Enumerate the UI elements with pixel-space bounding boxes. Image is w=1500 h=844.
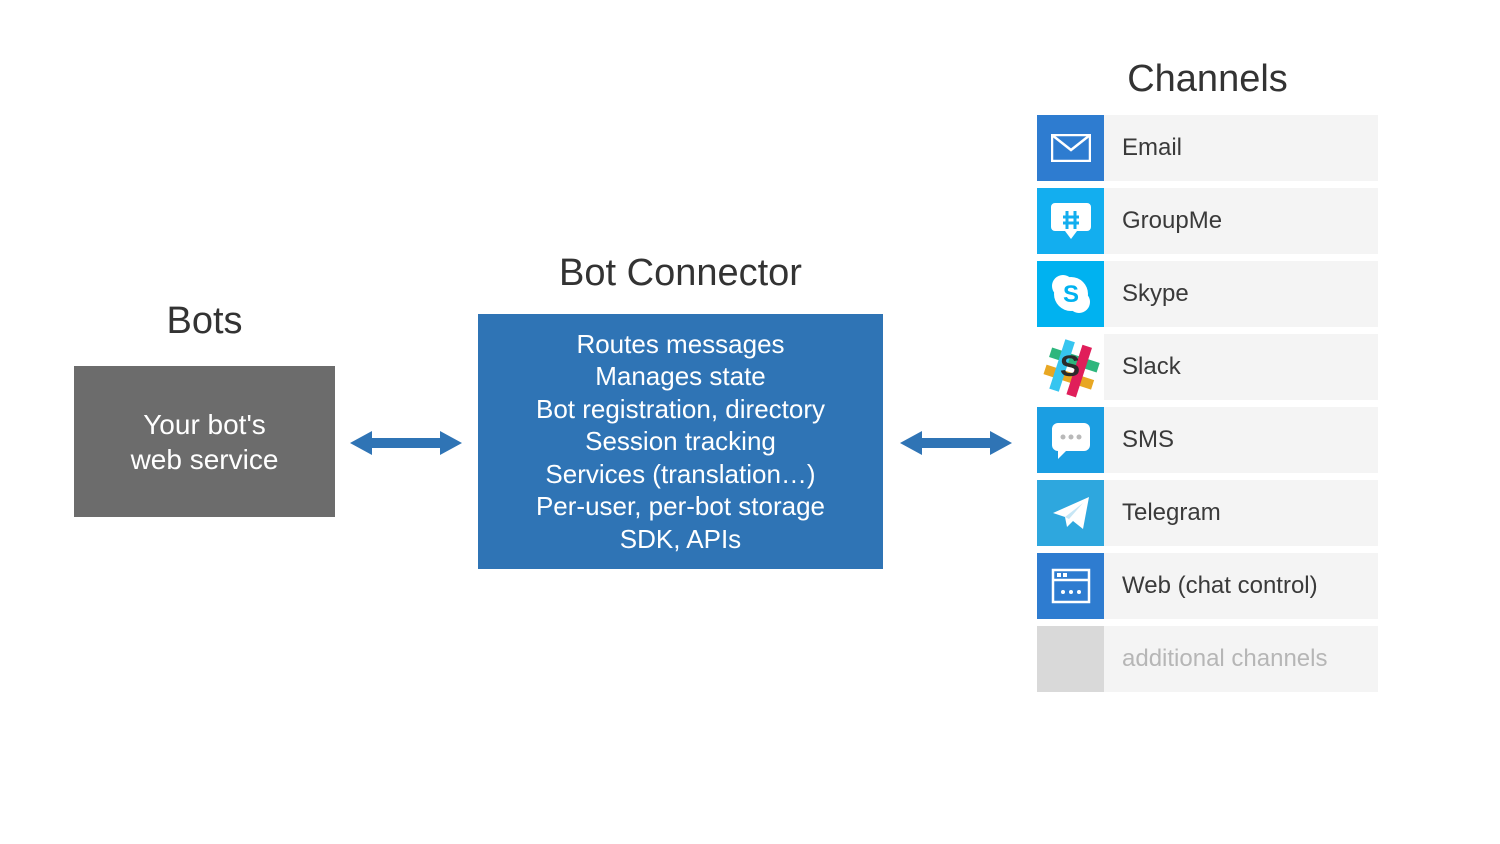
email-icon	[1037, 115, 1104, 181]
channel-label: SMS	[1104, 407, 1378, 473]
bots-box-line2: web service	[131, 442, 279, 477]
connector-line: Manages state	[595, 360, 766, 393]
channels-title: Channels	[1037, 58, 1378, 101]
blank-icon	[1037, 626, 1104, 692]
skype-icon: S	[1037, 261, 1104, 327]
svg-text:S: S	[1062, 281, 1078, 308]
channel-row-web: Web (chat control)	[1037, 553, 1378, 619]
channel-label: Web (chat control)	[1104, 553, 1378, 619]
connector-box: Routes messages Manages state Bot regist…	[478, 314, 883, 569]
telegram-icon	[1037, 480, 1104, 546]
channel-label: Skype	[1104, 261, 1378, 327]
connector-line: SDK, APIs	[620, 523, 741, 556]
channel-row-telegram: Telegram	[1037, 480, 1378, 546]
channels-list: Email GroupMe S Skype	[1037, 115, 1378, 699]
channel-label: GroupMe	[1104, 188, 1378, 254]
bots-box: Your bot's web service	[74, 366, 335, 517]
connector-line: Session tracking	[585, 425, 776, 458]
connector-line: Bot registration, directory	[536, 393, 825, 426]
bidirectional-arrow-icon	[900, 428, 1012, 458]
bidirectional-arrow-icon	[350, 428, 462, 458]
bots-title: Bots	[74, 300, 335, 343]
sms-icon	[1037, 407, 1104, 473]
channel-row-additional: additional channels	[1037, 626, 1378, 692]
bots-box-line1: Your bot's	[131, 407, 279, 442]
connector-line: Routes messages	[576, 328, 784, 361]
channel-label: Slack	[1104, 334, 1378, 400]
connector-line: Per-user, per-bot storage	[536, 490, 825, 523]
web-chat-icon	[1037, 553, 1104, 619]
channel-row-email: Email	[1037, 115, 1378, 181]
channel-label: Telegram	[1104, 480, 1378, 546]
channel-label: additional channels	[1104, 626, 1378, 692]
channel-row-slack: S Slack	[1037, 334, 1378, 400]
channel-label: Email	[1104, 115, 1378, 181]
connector-line: Services (translation…)	[545, 458, 815, 491]
svg-text:S: S	[1060, 350, 1080, 383]
groupme-icon	[1037, 188, 1104, 254]
slack-icon: S	[1037, 334, 1104, 400]
channel-row-groupme: GroupMe	[1037, 188, 1378, 254]
connector-title: Bot Connector	[478, 252, 883, 295]
channel-row-sms: SMS	[1037, 407, 1378, 473]
channel-row-skype: S Skype	[1037, 261, 1378, 327]
